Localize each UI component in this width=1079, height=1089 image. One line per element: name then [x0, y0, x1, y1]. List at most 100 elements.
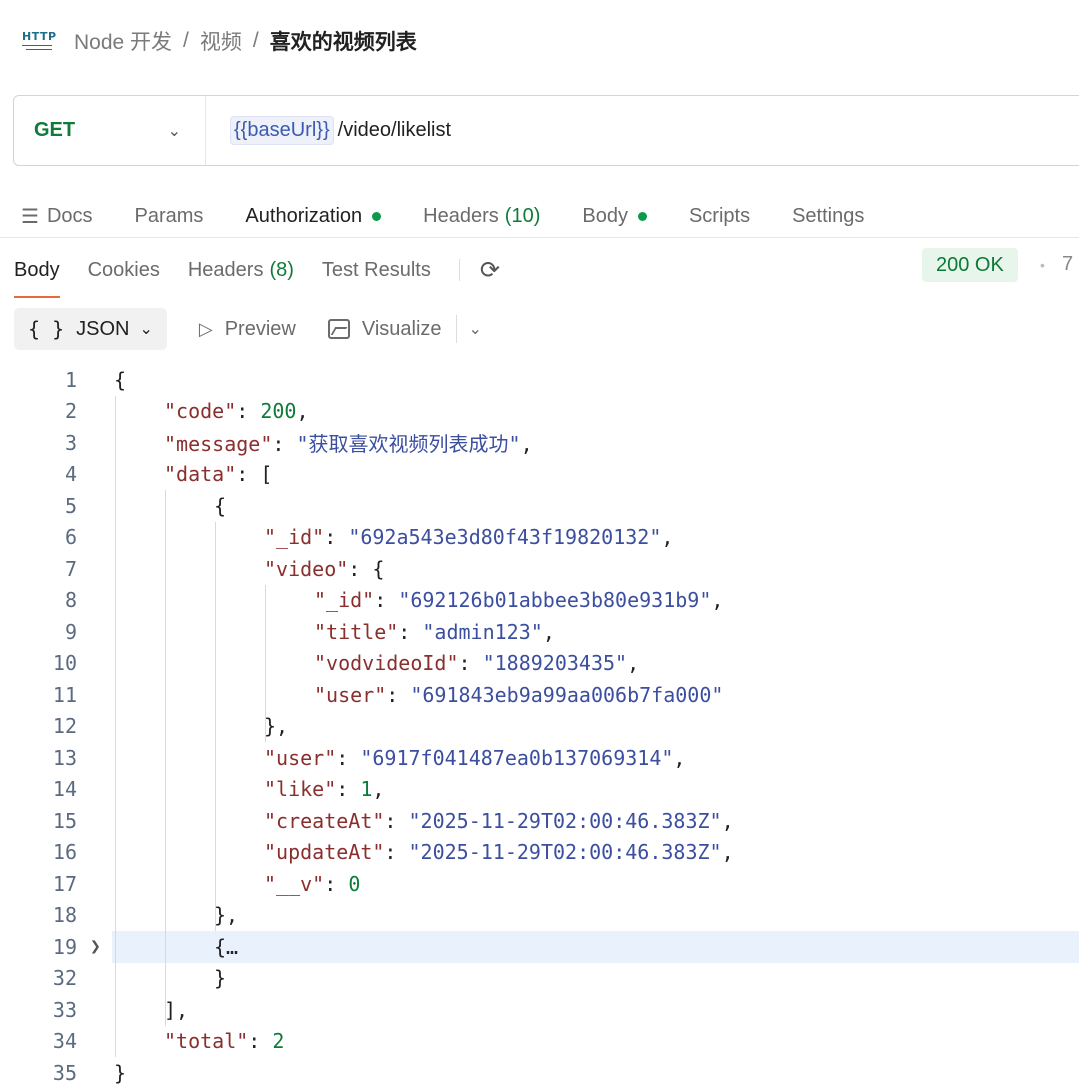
code-line: 17 "__v": 0: [0, 868, 1079, 900]
tab-label: Headers: [423, 204, 499, 227]
indent-guide: [215, 521, 216, 931]
code-line: 12},: [0, 711, 1079, 743]
code-text: {: [114, 367, 127, 392]
indent-guide: [265, 584, 266, 742]
url-path: /video/likelist: [337, 119, 452, 141]
code-text: "user": "6917f041487ea0b137069314",: [264, 745, 686, 770]
tab-settings[interactable]: Settings: [792, 205, 864, 228]
line-number: 2: [64, 399, 77, 424]
visualize-button[interactable]: Visualize: [327, 317, 442, 341]
code-text: "createAt": "2025-11-29T02:00:46.383Z",: [264, 808, 734, 833]
visualize-label: Visualize: [361, 317, 442, 340]
code-line: 5{: [0, 490, 1079, 522]
tab-label: Params: [134, 204, 204, 227]
code-text: "video": {: [264, 556, 385, 581]
code-line: 8 "_id": "692126b01abbee3b80e931b9",: [0, 585, 1079, 617]
line-number: 4: [64, 462, 77, 487]
code-line: 10 "vodvideoId": "1889203435",: [0, 648, 1079, 680]
response-tab-body[interactable]: Body: [14, 250, 60, 298]
chevron-down-icon[interactable]: ⌄: [469, 319, 482, 339]
code-line: 15 "createAt": "2025-11-29T02:00:46.383Z"…: [0, 805, 1079, 837]
code-text: "updateAt": "2025-11-29T02:00:46.383Z",: [264, 840, 734, 865]
code-line: 6 "_id": "692a543e3d80f43f19820132",: [0, 522, 1079, 554]
divider: [455, 315, 457, 343]
line-number: 10: [52, 651, 77, 676]
play-icon: ▷: [198, 318, 213, 339]
format-bar: { } JSON ⌄ ▷ Preview Visualize ⌄: [14, 308, 482, 350]
separator-dot: •: [1040, 257, 1045, 273]
preview-label: Preview: [224, 317, 296, 340]
breadcrumb-request[interactable]: 喜欢的视频列表: [270, 26, 417, 56]
line-number: 8: [64, 588, 77, 613]
response-tab-test-results[interactable]: Test Results: [322, 250, 431, 290]
chevron-right-icon[interactable]: ❯: [90, 936, 101, 957]
response-tab-headers[interactable]: Headers (8): [188, 250, 294, 290]
code-line: 33],: [0, 994, 1079, 1026]
line-number: 9: [64, 619, 77, 644]
tab-label: Body: [582, 204, 628, 227]
tab-label: Docs: [46, 204, 93, 227]
tab-body[interactable]: Body: [582, 205, 647, 228]
code-text: {…: [214, 934, 239, 959]
method-select[interactable]: GET ⌄: [14, 96, 206, 165]
code-line: 18},: [0, 900, 1079, 932]
code-text: "user": "691843eb9a99aa006b7fa000": [314, 682, 724, 707]
line-number: 6: [64, 525, 77, 550]
indent-guide: [115, 395, 116, 1057]
code-line: 35}: [0, 1057, 1079, 1089]
code-line: 19 ❯ {…: [0, 931, 1079, 963]
response-meta[interactable]: 7: [1062, 253, 1073, 276]
response-tab-cookies[interactable]: Cookies: [88, 250, 160, 290]
line-number: 15: [52, 808, 77, 833]
chevron-down-icon: ⌄: [139, 321, 153, 338]
tab-count: (10): [504, 204, 541, 227]
code-text: }: [214, 966, 227, 991]
code-text: "like": 1,: [264, 777, 385, 802]
code-text: }: [114, 1060, 127, 1085]
history-icon[interactable]: ⟳: [480, 256, 500, 285]
docs-icon: ☰: [21, 205, 39, 228]
tab-scripts[interactable]: Scripts: [689, 205, 750, 228]
status-dot: [372, 211, 382, 221]
code-text: "__v": 0: [264, 871, 361, 896]
breadcrumb-folder[interactable]: 视频: [200, 26, 242, 56]
indent-guide: [165, 490, 166, 1026]
tab-headers[interactable]: Headers (10): [423, 205, 540, 228]
code-text: "total": 2: [164, 1029, 285, 1054]
tab-params[interactable]: Params: [135, 205, 204, 228]
breadcrumb-separator: /: [252, 29, 259, 52]
breadcrumb: HTTP Node 开发 / 视频 / 喜欢的视频列表: [22, 24, 417, 58]
preview-button[interactable]: ▷ Preview: [199, 318, 296, 341]
request-tabs: ☰ Docs Params Authorization Headers (10)…: [0, 195, 1079, 238]
line-number: 3: [64, 430, 77, 455]
breadcrumb-separator: /: [183, 29, 189, 52]
code-line: 1{: [0, 364, 1079, 396]
line-number: 13: [52, 745, 77, 770]
code-text: },: [214, 903, 239, 928]
line-number: 11: [52, 682, 77, 707]
image-icon: [327, 319, 350, 339]
tab-label: Authorization: [245, 204, 363, 227]
line-number: 14: [52, 777, 77, 802]
breadcrumb-collection[interactable]: Node 开发: [74, 26, 172, 56]
tab-docs[interactable]: ☰ Docs: [21, 204, 93, 229]
url-input[interactable]: {{baseUrl}} /video/likelist: [230, 116, 451, 145]
code-line: 32}: [0, 963, 1079, 995]
response-tabs: Body Cookies Headers (8) Test Results ⟳: [0, 246, 1079, 298]
tab-label: Scripts: [688, 204, 751, 227]
method-label: GET: [34, 119, 76, 141]
url-variable[interactable]: {{baseUrl}}: [230, 116, 334, 145]
line-number: 5: [64, 493, 77, 518]
code-text: ],: [164, 997, 189, 1022]
code-line: 7 "video": {: [0, 553, 1079, 585]
http-icon: HTTP: [22, 28, 56, 54]
line-number: 35: [52, 1060, 77, 1085]
status-dot: [637, 211, 647, 221]
tab-authorization[interactable]: Authorization: [245, 204, 382, 228]
json-format-button[interactable]: { } JSON ⌄: [14, 308, 167, 350]
line-number: 33: [52, 997, 77, 1022]
code-line: 34 "total": 2: [0, 1026, 1079, 1058]
line-number: 34: [52, 1029, 77, 1054]
status-badge[interactable]: 200 OK: [922, 248, 1018, 282]
code-text: "data": [: [164, 462, 273, 487]
